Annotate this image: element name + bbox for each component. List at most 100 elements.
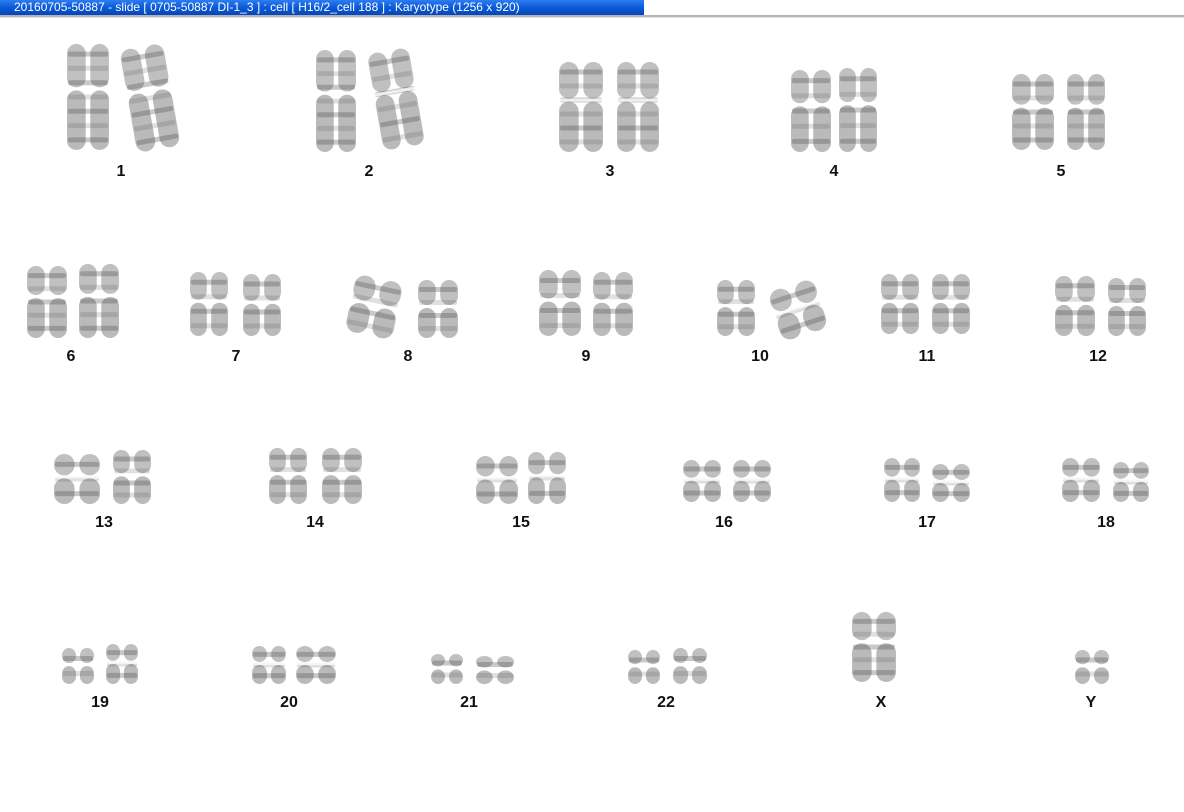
chromosome[interactable] [1107, 277, 1147, 337]
chromosome[interactable] [1074, 649, 1110, 685]
centromere [732, 477, 772, 481]
chromosome[interactable] [883, 457, 921, 503]
chromosome[interactable] [1061, 457, 1101, 503]
chromosome-band [244, 281, 280, 287]
chromosome[interactable] [931, 463, 971, 503]
chromosome-label: X [875, 694, 887, 711]
chromosome-label: 11 [918, 348, 936, 365]
chromosome[interactable] [366, 46, 427, 152]
chromosome[interactable] [189, 271, 229, 337]
chromosome-band [933, 491, 969, 497]
centromere [851, 640, 897, 644]
chromosome-band [618, 125, 658, 131]
chromosome[interactable] [1066, 73, 1106, 151]
chromosome[interactable] [682, 459, 722, 503]
chromosome[interactable] [475, 455, 519, 505]
chromosome[interactable] [295, 645, 337, 685]
centromere [1061, 476, 1101, 480]
chromosome-band [253, 673, 285, 679]
chromosome-band [882, 308, 918, 314]
chromatid-q-arm [418, 308, 436, 338]
chromosome-band [80, 284, 118, 290]
chromosome-band [1056, 296, 1094, 302]
chromosome[interactable] [61, 647, 95, 685]
chromosome-band [882, 281, 918, 287]
chromosome-band [529, 490, 565, 496]
chromosome[interactable] [251, 645, 287, 685]
chromosome[interactable] [78, 263, 120, 339]
chromosome[interactable] [118, 42, 182, 154]
chromosome-label: 14 [306, 514, 324, 531]
chromosome[interactable] [766, 277, 830, 344]
chromosome[interactable] [417, 279, 459, 339]
centromere [417, 305, 459, 308]
chromosome[interactable] [1011, 73, 1055, 151]
chromosome-band [244, 295, 280, 301]
chromosome-band [317, 98, 355, 104]
chromosome[interactable] [880, 273, 920, 335]
chromosome-band [191, 294, 227, 300]
chromosome[interactable] [321, 447, 363, 505]
chromosome[interactable] [627, 649, 661, 685]
chromosome[interactable] [790, 69, 832, 153]
chromosome[interactable] [66, 43, 110, 151]
centromere [672, 663, 708, 667]
chromosome-band [244, 323, 280, 329]
chromosome-band [68, 94, 108, 100]
chromosome[interactable] [931, 273, 971, 335]
chromosome[interactable] [26, 265, 68, 339]
centromere [1107, 303, 1147, 306]
chromatid-q-arm [346, 302, 370, 333]
chromosome[interactable] [1112, 461, 1150, 503]
chromosome-band [80, 325, 118, 331]
chromosome-band [323, 492, 361, 498]
chromosome-band [317, 125, 355, 131]
chromosome[interactable] [430, 653, 464, 685]
chromosome[interactable] [838, 67, 878, 153]
chromosome-band [792, 78, 830, 84]
chromosome[interactable] [616, 61, 660, 153]
chromosome-band [317, 84, 355, 90]
centromere [883, 476, 921, 480]
chromosome-band [853, 618, 895, 624]
chromosome[interactable] [558, 61, 604, 153]
chromosome[interactable] [343, 272, 404, 341]
chromosome-band [419, 300, 457, 305]
chromosome[interactable] [268, 447, 308, 505]
chromosome[interactable] [538, 269, 582, 337]
chromosome[interactable] [851, 611, 897, 683]
chromosome[interactable] [527, 451, 567, 505]
chromosome[interactable] [475, 655, 515, 685]
chromosome-band [629, 657, 659, 663]
chromosome[interactable] [672, 647, 708, 685]
chromosome[interactable] [112, 449, 152, 505]
chromosome[interactable] [53, 453, 101, 505]
chromosome-band [684, 490, 720, 496]
chromosome-band [68, 80, 108, 86]
chromosome-band [419, 313, 457, 318]
chromosome[interactable] [105, 643, 139, 685]
chromosome[interactable] [732, 459, 772, 503]
centromere [475, 476, 519, 480]
chromatid-q-arm [562, 301, 581, 336]
window-title: 20160705-50887 - slide [ 0705-50887 DI-1… [14, 0, 520, 14]
window-title-bar[interactable]: 20160705-50887 - slide [ 0705-50887 DI-1… [0, 0, 644, 15]
chromosome-band [618, 69, 658, 75]
chromosome[interactable] [716, 279, 756, 337]
chromosome[interactable] [315, 49, 357, 153]
chromosome-band [323, 479, 361, 485]
chromosome-band [270, 479, 306, 485]
chromosome[interactable] [242, 273, 282, 337]
chromosome-band [882, 294, 918, 300]
chromatid-p-arm [391, 48, 414, 89]
chromatid-q-arm [549, 477, 566, 504]
chromosome-band [270, 454, 306, 460]
chromatid-q-arm [528, 477, 545, 504]
chromosome-band [477, 463, 517, 469]
chromosome[interactable] [592, 271, 634, 337]
chromosome-band [933, 294, 969, 300]
chromatid-q-arm [1055, 304, 1073, 336]
chromosome-label: 17 [918, 514, 936, 531]
chromosome[interactable] [1054, 275, 1096, 337]
chromosome-label: 6 [66, 348, 76, 365]
